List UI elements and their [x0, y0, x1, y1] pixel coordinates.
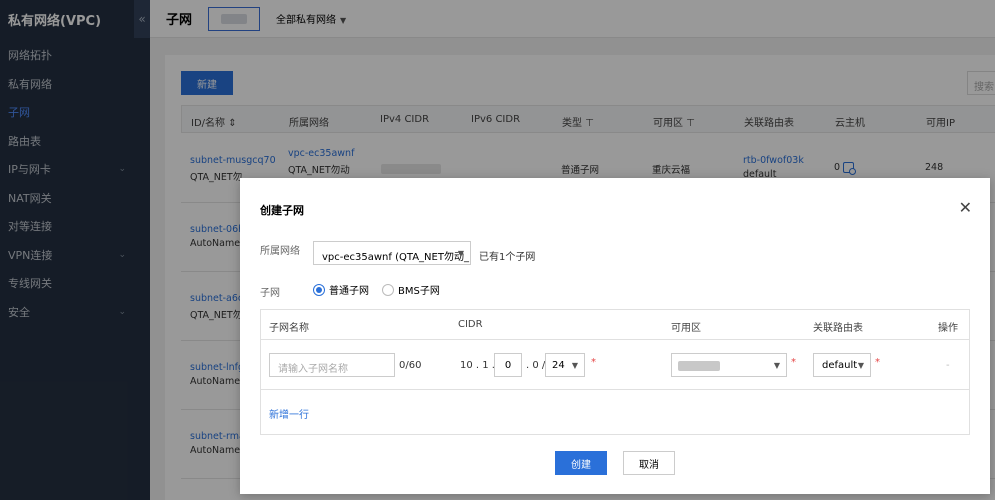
cancel-button[interactable]: 取消	[623, 451, 675, 475]
close-icon[interactable]: ✕	[959, 198, 972, 217]
radio-normal-subnet[interactable]: 普通子网	[313, 282, 369, 297]
vpc-select-value: vpc-ec35awnf (QTA_NET勿动_	[322, 252, 469, 263]
zone-value-redacted	[678, 361, 720, 371]
vpc-subnet-hint: 已有1个子网	[479, 252, 536, 263]
radio-unchecked-icon	[382, 283, 394, 296]
column-header: 可用区	[671, 323, 701, 334]
column-header: 关联路由表	[813, 323, 863, 334]
add-row-link[interactable]: 新增一行	[269, 406, 309, 421]
cidr-mask-select[interactable]: 24 ▼	[545, 353, 585, 377]
cidr-prefix: 10 . 1 .	[460, 360, 495, 371]
cidr-suffix: . 0 /	[526, 360, 546, 371]
radio-label: 普通子网	[329, 286, 369, 297]
caret-down-icon: ▼	[457, 249, 464, 258]
row-action: -	[946, 360, 950, 371]
route-table-select[interactable]: default ▼	[813, 353, 871, 377]
name-char-count: 0/60	[399, 360, 422, 371]
subnet-config-table: 子网名称 CIDR 可用区 关联路由表 操作 请输入子网名称 0/60 10 .…	[260, 309, 970, 435]
radio-label: BMS子网	[398, 286, 440, 297]
caret-down-icon: ▼	[571, 361, 578, 370]
required-mark: *	[591, 357, 596, 368]
column-header: CIDR	[458, 319, 483, 330]
required-mark: *	[791, 357, 796, 368]
dialog-title: 创建子网	[260, 204, 304, 217]
zone-select[interactable]: ▼	[671, 353, 787, 377]
radio-checked-icon	[313, 283, 325, 296]
input-placeholder: 请输入子网名称	[278, 364, 348, 375]
subnet-config-header: 子网名称 CIDR 可用区 关联路由表 操作	[261, 310, 969, 340]
cidr-mask-value: 24	[552, 360, 565, 371]
caret-down-icon: ▼	[857, 361, 864, 370]
cidr-third-octet-input[interactable]: 0	[494, 353, 522, 377]
route-table-value: default	[822, 360, 858, 371]
create-subnet-dialog: 创建子网 ✕ 所属网络 vpc-ec35awnf (QTA_NET勿动_ ▼ 已…	[240, 178, 990, 494]
subnet-config-row: 请输入子网名称 0/60 10 . 1 . 0 . 0 / 24 ▼ * ▼ *…	[261, 340, 969, 390]
subnet-type-label: 子网	[260, 288, 280, 299]
subnet-name-input[interactable]: 请输入子网名称	[269, 353, 395, 377]
radio-bms-subnet[interactable]: BMS子网	[382, 282, 440, 297]
create-button[interactable]: 创建	[555, 451, 607, 475]
column-header: 子网名称	[269, 323, 309, 334]
required-mark: *	[875, 357, 880, 368]
column-header: 操作	[938, 323, 958, 334]
caret-down-icon: ▼	[773, 361, 780, 370]
vpc-select[interactable]: vpc-ec35awnf (QTA_NET勿动_ ▼	[313, 241, 471, 265]
vpc-field-label: 所属网络	[260, 246, 300, 257]
